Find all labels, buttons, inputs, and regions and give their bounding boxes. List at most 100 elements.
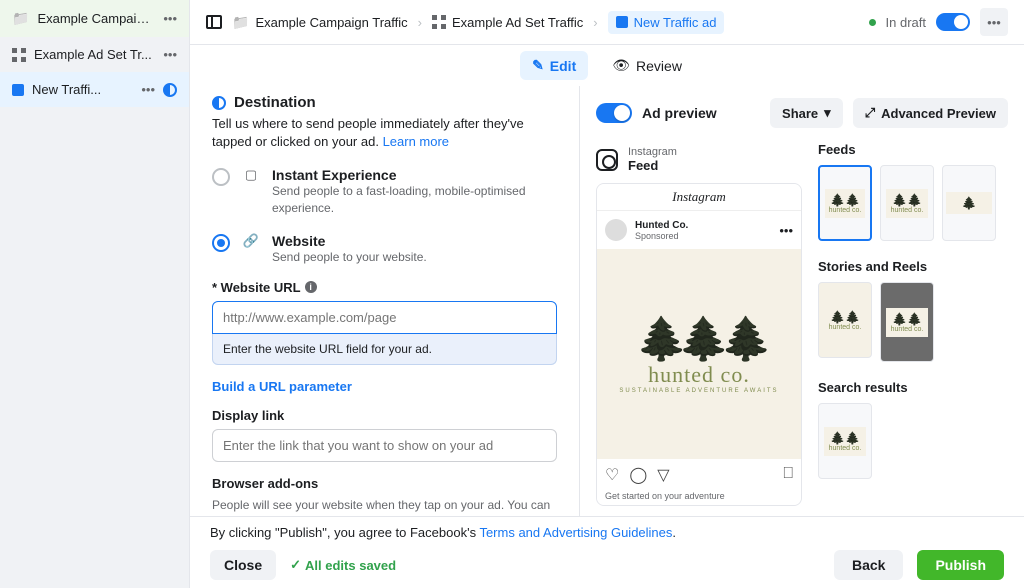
instagram-icon	[596, 149, 618, 171]
mock-post-header: Hunted Co. Sponsored •••	[597, 211, 801, 249]
progress-icon	[212, 96, 226, 110]
breadcrumb-adset[interactable]: Example Ad Set Traffic	[432, 15, 583, 30]
share-button[interactable]: Share▾	[770, 98, 843, 128]
platform-name: Instagram	[628, 146, 677, 158]
info-icon[interactable]: i	[305, 281, 317, 293]
ad-preview-toggle[interactable]	[596, 103, 632, 123]
learn-more-link[interactable]: Learn more	[383, 134, 449, 149]
creative-image: 🌲🌲🌲 hunted co. SUSTAINABLE ADVENTURE AWA…	[597, 249, 801, 459]
main-area: Example Campaign Traffic › Example Ad Se…	[190, 0, 1024, 588]
chevron-down-icon: ▾	[824, 105, 831, 121]
thumb-section-search: Search results	[818, 380, 1008, 395]
publish-button[interactable]: Publish	[917, 550, 1004, 580]
destination-option-website[interactable]: 🔗 Website Send people to your website.	[212, 233, 557, 266]
sidebar-item-campaign[interactable]: Example Campaign ... •••	[0, 0, 189, 37]
publish-agreement: By clicking "Publish", you agree to Face…	[210, 525, 1004, 540]
brand-tagline: SUSTAINABLE ADVENTURE AWAITS	[619, 388, 778, 394]
thumb-feed-2[interactable]: 🌲🌲hunted co.	[880, 165, 934, 241]
trees-icon: 🌲🌲🌲	[636, 315, 763, 364]
link-icon: 🔗	[242, 233, 260, 266]
post-caption: Get started on your adventure	[597, 491, 801, 505]
website-url-input[interactable]	[212, 301, 557, 334]
advanced-preview-button[interactable]: ⤢Advanced Preview	[853, 98, 1008, 128]
option-title: Instant Experience	[272, 167, 557, 183]
status-dot-icon	[869, 19, 876, 26]
instagram-wordmark: Instagram	[597, 184, 801, 211]
folder-icon	[232, 14, 249, 31]
preview-main: Instagram Feed Instagram Hunted Co. Spon…	[596, 140, 802, 506]
heart-icon: ♡	[605, 465, 619, 485]
thumb-search-1[interactable]: 🌲🌲hunted co.	[818, 403, 872, 479]
thumb-story-2[interactable]: 🌲🌲hunted co.	[880, 282, 934, 362]
tab-review[interactable]: 👁 Review	[600, 51, 694, 80]
chevron-right-icon: ›	[593, 15, 597, 30]
eye-icon: 👁	[612, 57, 630, 74]
thumb-feed-3[interactable]: 🌲	[942, 165, 996, 241]
content-row: Destination Tell us where to send people…	[190, 86, 1024, 516]
preview-pane: Ad preview Share▾ ⤢Advanced Preview Inst…	[579, 86, 1024, 516]
account-name: Hunted Co.	[635, 220, 771, 231]
ad-icon	[12, 84, 24, 96]
more-icon[interactable]: •••	[163, 47, 177, 62]
send-icon: ▽	[657, 465, 669, 485]
preview-header: Ad preview Share▾ ⤢Advanced Preview	[580, 86, 1024, 140]
radio-instant[interactable]	[212, 168, 230, 186]
sidebar-item-adset[interactable]: Example Ad Set Tr... •••	[0, 37, 189, 72]
radio-website[interactable]	[212, 234, 230, 252]
thumb-section-stories: Stories and Reels	[818, 259, 1008, 274]
grid-icon	[432, 15, 446, 29]
preview-mock: Instagram Hunted Co. Sponsored ••• 🌲🌲🌲	[596, 183, 802, 506]
thumb-section-feeds: Feeds	[818, 142, 1008, 157]
back-button[interactable]: Back	[834, 550, 903, 580]
avatar	[605, 219, 627, 241]
display-link-label: Display link	[212, 408, 557, 423]
section-header: Destination	[212, 94, 557, 111]
preview-body: Instagram Feed Instagram Hunted Co. Spon…	[580, 140, 1024, 516]
status-toggle[interactable]	[936, 13, 970, 31]
website-url-error: Enter the website URL field for your ad.	[212, 334, 557, 365]
thumb-story-1[interactable]: 🌲🌲hunted co.	[818, 282, 872, 358]
footer: By clicking "Publish", you agree to Face…	[190, 516, 1024, 588]
form-pane: Destination Tell us where to send people…	[190, 86, 579, 516]
edit-review-tabs: ✎ Edit 👁 Review	[190, 45, 1024, 86]
top-bar: Example Campaign Traffic › Example Ad Se…	[190, 0, 1024, 45]
bookmark-icon: ⎕	[783, 465, 793, 485]
browser-addons-title: Browser add-ons	[212, 476, 557, 491]
thumb-feed-1[interactable]: 🌲🌲hunted co.	[818, 165, 872, 241]
expand-icon: ⤢	[865, 105, 875, 121]
folder-icon	[12, 10, 29, 27]
left-sidebar: Example Campaign ... ••• Example Ad Set …	[0, 0, 190, 588]
close-button[interactable]: Close	[210, 550, 276, 580]
chevron-right-icon: ›	[418, 15, 422, 30]
more-button[interactable]: •••	[980, 8, 1008, 36]
sidebar-item-ad[interactable]: New Traffi... •••	[0, 72, 189, 107]
placement-thumbnails: Feeds 🌲🌲hunted co. 🌲🌲hunted co. 🌲 Storie…	[818, 140, 1008, 506]
breadcrumb-campaign[interactable]: Example Campaign Traffic	[232, 14, 408, 31]
save-status: ✓All edits saved	[290, 557, 396, 573]
website-url-label: * Website URL i	[212, 280, 557, 295]
terms-link[interactable]: Terms and Advertising Guidelines	[479, 525, 672, 540]
platform-header: Instagram Feed	[596, 140, 802, 183]
breadcrumb-ad[interactable]: New Traffic ad	[608, 11, 725, 34]
display-link-input[interactable]	[212, 429, 557, 462]
post-actions: ♡ ◯ ▽ ⎕	[597, 459, 801, 491]
sidebar-item-label: New Traffi...	[32, 82, 133, 97]
option-subtitle: Send people to your website.	[272, 249, 557, 266]
breadcrumb-label: Example Ad Set Traffic	[452, 15, 583, 30]
ad-preview-title: Ad preview	[642, 105, 760, 121]
sidebar-item-label: Example Ad Set Tr...	[34, 47, 155, 62]
more-icon[interactable]: •••	[163, 11, 177, 26]
section-subtitle: Tell us where to send people immediately…	[212, 115, 557, 151]
destination-option-instant[interactable]: ▢ Instant Experience Send people to a fa…	[212, 167, 557, 217]
check-icon: ✓	[290, 557, 301, 573]
tab-label: Review	[636, 58, 682, 74]
tab-edit[interactable]: ✎ Edit	[520, 51, 588, 80]
more-icon[interactable]: •••	[141, 82, 155, 97]
panel-toggle-icon[interactable]	[206, 15, 222, 29]
browser-addons-subtitle: People will see your website when they t…	[212, 497, 557, 516]
build-url-parameter-link[interactable]: Build a URL parameter	[212, 379, 557, 394]
comment-icon: ◯	[629, 465, 647, 485]
placement-name: Feed	[628, 158, 677, 173]
section-title: Destination	[234, 94, 316, 111]
sponsored-label: Sponsored	[635, 231, 771, 241]
